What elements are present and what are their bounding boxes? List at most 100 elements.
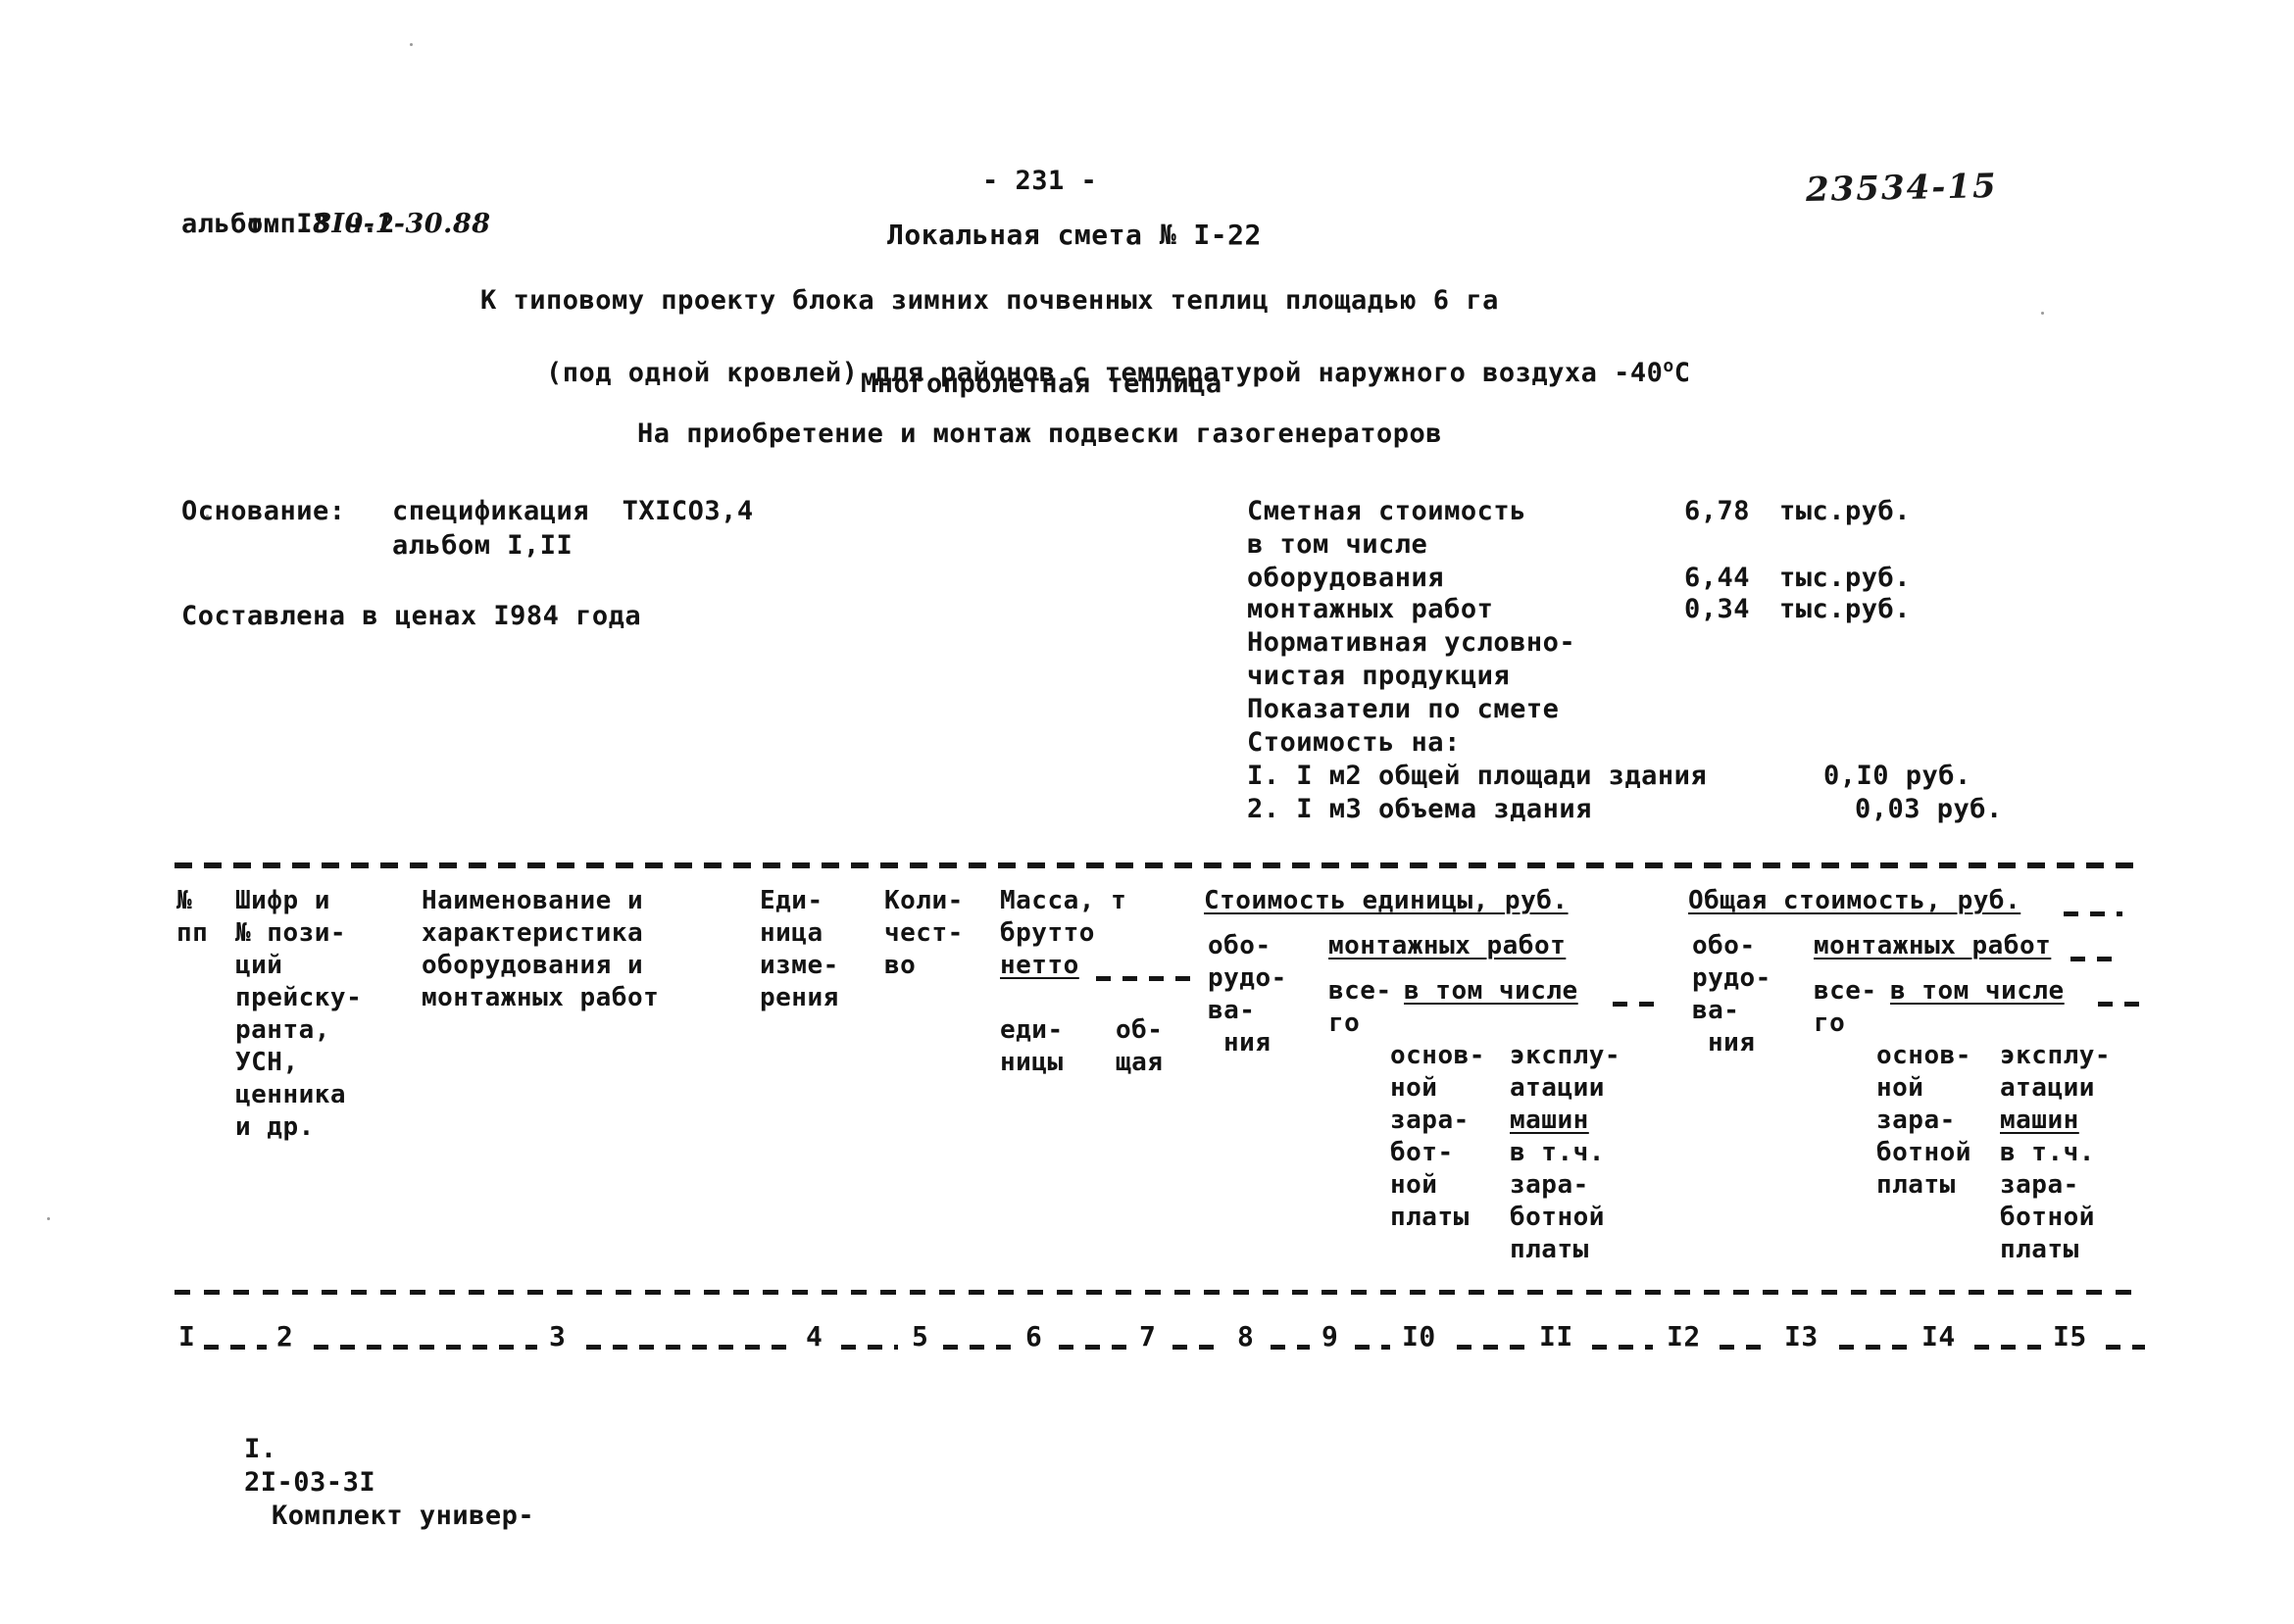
header-col2-line7: и др. [235, 1112, 315, 1142]
header-unitcost-equipment-2: ва- [1208, 996, 1256, 1025]
header-totalcost-basicwage-0: основ- [1876, 1041, 1971, 1070]
column-numbers-top-rule [175, 1290, 2145, 1295]
header-col1-line1: пп [176, 918, 209, 948]
header-unitcost-equipment-3: ния [1223, 1028, 1272, 1058]
summary-label-0: Сметная стоимость [1247, 496, 1526, 526]
header-totalcost-machine-2: машин [2000, 1106, 2079, 1135]
header-unitcost-basicwage-4: ной [1390, 1170, 1438, 1200]
header-totalcost-all-1: го [1814, 1009, 1846, 1038]
summary-unit-0: тыс.руб. [1779, 496, 1912, 526]
header-totalcost-including-rule [2098, 1002, 2139, 1007]
column-number-rule-seg [204, 1345, 267, 1350]
header-totalcost-equipment-1: рудо- [1692, 963, 1771, 993]
header-col2-line5: УСН, [235, 1048, 299, 1077]
header-unitcost-all-1: го [1328, 1009, 1361, 1038]
column-number-15: I5 [2053, 1320, 2087, 1353]
column-number-rule-seg [841, 1345, 898, 1350]
column-number-8: 8 [1237, 1320, 1255, 1353]
header-totalcost-basicwage-1: ной [1876, 1073, 1924, 1103]
header-totalcost-basicwage-2: зара- [1876, 1106, 1956, 1135]
summary-label-4: Нормативная условно- [1247, 627, 1576, 658]
column-number-rule-seg [586, 1345, 796, 1350]
header-unitcost-basicwage-2: зара- [1390, 1106, 1470, 1135]
header-unitcost-install-group: монтажных работ [1328, 931, 1567, 960]
row-number: I. [244, 1434, 277, 1464]
column-number-rule-seg [1059, 1345, 1127, 1350]
header-mass-group: Масса, т [1000, 886, 1127, 915]
summary-value-2: 6,44 [1684, 563, 1751, 593]
column-number-rule-seg [943, 1345, 1012, 1350]
column-number-7: 7 [1139, 1320, 1157, 1353]
estimate-title: Локальная смета № I-22 [887, 219, 1262, 251]
column-number-12: I2 [1667, 1320, 1701, 1353]
column-number-4: 4 [806, 1320, 823, 1353]
header-totalcost-machinesub-1: зара- [2000, 1170, 2079, 1200]
scan-speck [47, 1217, 50, 1220]
header-col4-line1: ница [760, 918, 823, 948]
header-totalcost-basicwage-3: ботной [1876, 1138, 1971, 1167]
header-col3-line1: характеристика [422, 918, 644, 948]
header-totalcost-including: в том числе [1890, 976, 2065, 1006]
header-unitcost-including: в том числе [1404, 976, 1578, 1006]
header-mass-unit-0: еди- [1000, 1015, 1064, 1045]
header-col2-line6: ценника [235, 1080, 347, 1109]
summary-label-2: оборудования [1247, 563, 1445, 593]
row-code: 2I-03-3I [244, 1467, 376, 1498]
column-number-rule-seg [1720, 1345, 1772, 1350]
header-col5-line1: чест- [884, 918, 964, 948]
summary-unit-3: тыс.руб. [1779, 594, 1912, 624]
header-totalcost-machinesub-3: платы [2000, 1235, 2079, 1264]
header-mass-unit-1: ницы [1000, 1048, 1064, 1077]
header-totalcost-machine-0: эксплу- [2000, 1041, 2112, 1070]
column-number-rule-seg [1271, 1345, 1310, 1350]
indicator-label-1: 2. I м3 объема здания [1247, 794, 1592, 824]
header-col2-line2: ций [235, 951, 283, 980]
header-totalcost-all-0: все- [1814, 976, 1877, 1006]
summary-value-3: 0,34 [1684, 594, 1751, 624]
header-unitcost-machine-0: эксплу- [1510, 1041, 1621, 1070]
summary-label-5: чистая продукция [1247, 661, 1511, 691]
column-number-10: I0 [1402, 1320, 1436, 1353]
header-unitcost-equipment-0: обо- [1208, 931, 1272, 960]
header-unitcost-all-0: все- [1328, 976, 1392, 1006]
header-col3-line0: Наименование и [422, 886, 644, 915]
header-totalcost-equipment-2: ва- [1692, 996, 1740, 1025]
header-totalcost-install-rule [2070, 957, 2121, 961]
column-number-rule-seg [1457, 1345, 1527, 1350]
header-mass-total-0: об- [1116, 1015, 1164, 1045]
archive-number: 23534-15 [1805, 166, 1999, 211]
header-unitcost-machinesub-1: зара- [1510, 1170, 1589, 1200]
header-col2-line3: прейску- [235, 983, 363, 1012]
header-col2-line0: Шифр и [235, 886, 330, 915]
summary-label-1: в том числе [1247, 529, 1428, 560]
basis-label: Основание: [181, 496, 346, 526]
header-totalcost-install-group: монтажных работ [1814, 931, 2052, 960]
column-number-5: 5 [912, 1320, 929, 1353]
header-col4-line2: изме- [760, 951, 839, 980]
greenhouse-type: Многопролетная теплица [861, 369, 1222, 399]
header-unitcost-basicwage-5: платы [1390, 1203, 1470, 1232]
header-unit-cost-group: Стоимость единицы, руб. [1204, 886, 1569, 915]
column-number-14: I4 [1921, 1320, 1956, 1353]
basis-album: альбом I,II [392, 530, 574, 561]
summary-label-7: Стоимость на: [1247, 727, 1461, 758]
header-unitcost-including-rule [1613, 1002, 1654, 1007]
summary-value-0: 6,78 [1684, 496, 1751, 526]
header-unitcost-basicwage-1: ной [1390, 1073, 1438, 1103]
header-mass-rule [1096, 976, 1192, 981]
column-number-3: 3 [549, 1320, 567, 1353]
header-totalcost-equipment-3: ния [1708, 1028, 1756, 1058]
header-unitcost-machinesub-0: в т.ч. [1510, 1138, 1605, 1167]
header-col4-line0: Еди- [760, 886, 823, 915]
header-totalcost-machinesub-2: ботной [2000, 1203, 2095, 1232]
header-unitcost-machine-2: машин [1510, 1106, 1589, 1135]
header-col2-line4: ранта, [235, 1015, 330, 1045]
scan-speck [410, 43, 413, 46]
header-unitcost-basicwage-0: основ- [1390, 1041, 1485, 1070]
column-number-2: 2 [276, 1320, 294, 1353]
header-col5-line2: во [884, 951, 917, 980]
header-col2-line1: № пози- [235, 918, 347, 948]
table-row: I. 2I-03-3I Комплект универ- [178, 1400, 534, 1566]
column-number-6: 6 [1025, 1320, 1043, 1353]
basis-spec: спецификация ТХIСО3,4 [392, 496, 754, 526]
